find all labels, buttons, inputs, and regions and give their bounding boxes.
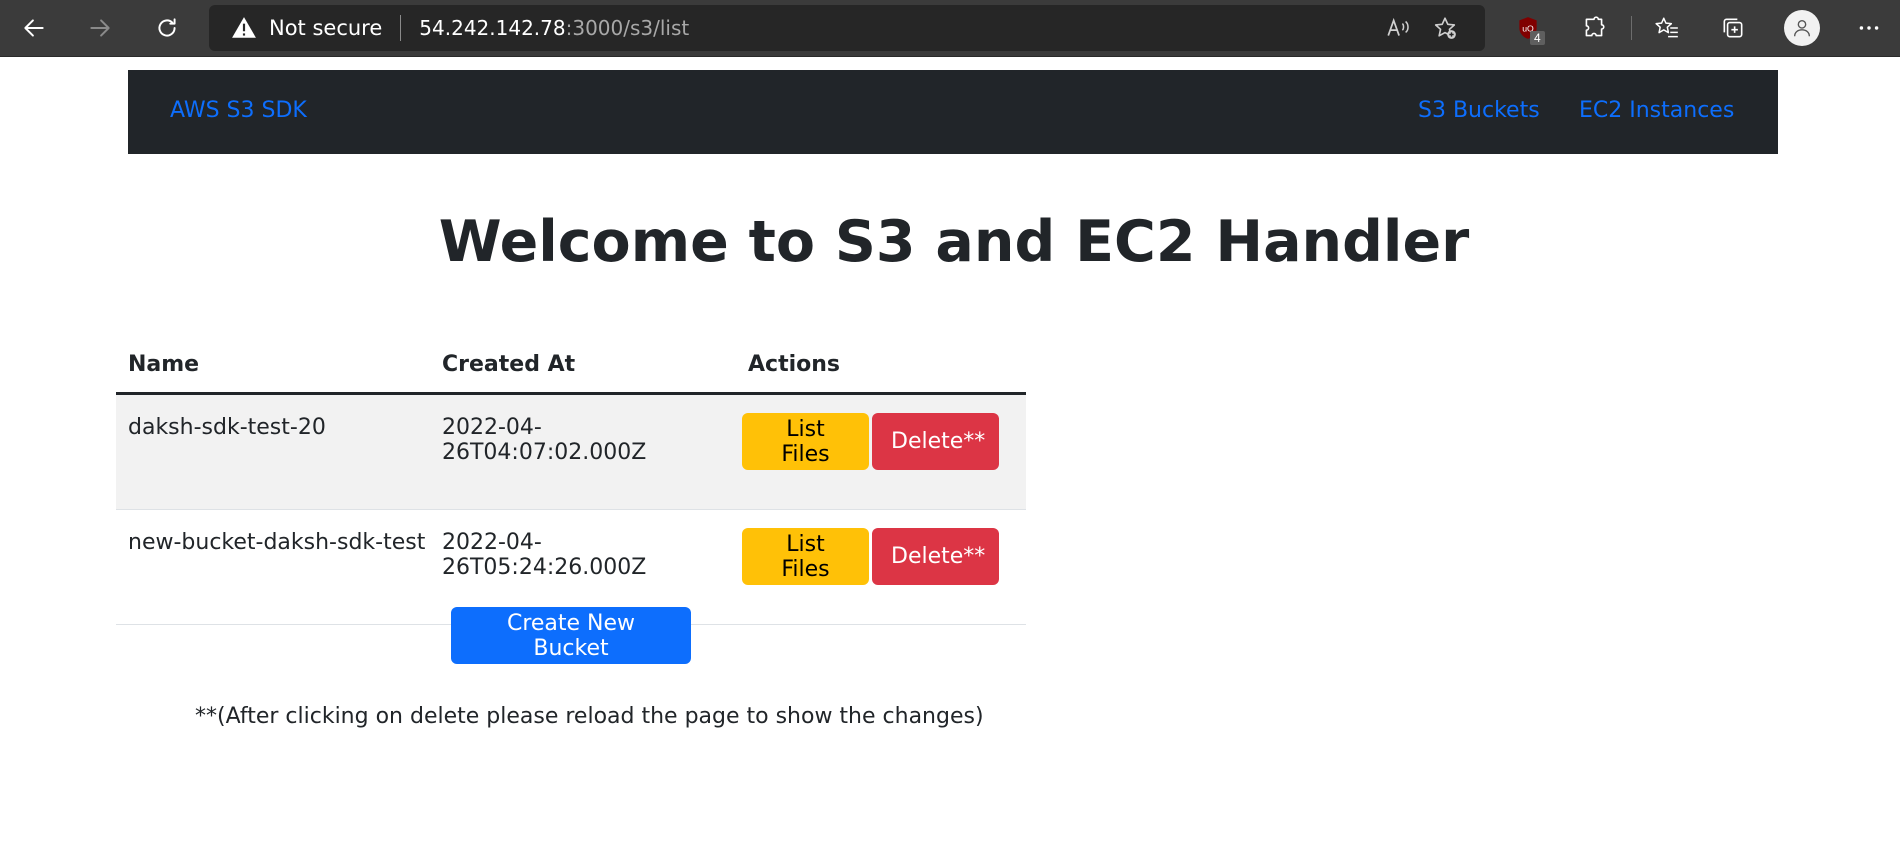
more-icon[interactable] <box>1851 10 1887 46</box>
toolbar-divider <box>1631 16 1632 40</box>
browser-toolbar: Not secure 54.242.142.78:3000/s3/list uO… <box>0 0 1900 57</box>
security-label[interactable]: Not secure <box>269 16 382 40</box>
profile-icon <box>1793 19 1811 37</box>
table-header-row: Name Created At Actions <box>116 337 1026 395</box>
refresh-icon <box>158 18 176 37</box>
bucket-name-cell: daksh-sdk-test-20 <box>116 393 430 510</box>
extension-badge: 4 <box>1530 31 1545 45</box>
refresh-button[interactable] <box>147 8 187 48</box>
url-path[interactable]: :3000/s3/list <box>566 16 690 40</box>
column-header-actions: Actions <box>736 337 1026 395</box>
bucket-name-cell: new-bucket-daksh-sdk-test <box>116 509 430 625</box>
table-row: daksh-sdk-test-20 2022-04-26T04:07:02.00… <box>116 393 1026 510</box>
warning-icon <box>231 15 257 41</box>
app-navbar: AWS S3 SDK S3 Buckets EC2 Instances <box>128 70 1778 154</box>
favorites-icon[interactable] <box>1649 10 1685 46</box>
column-header-created-at: Created At <box>430 337 736 395</box>
created-at-cell: 2022-04-26T04:07:02.000Z <box>430 393 736 510</box>
column-header-name: Name <box>116 337 430 395</box>
page-title: Welcome to S3 and EC2 Handler <box>438 209 1470 275</box>
profile-button[interactable] <box>1784 10 1820 46</box>
delete-button[interactable]: Delete** <box>872 528 999 585</box>
extensions-icon[interactable] <box>1576 10 1612 46</box>
delete-button[interactable]: Delete** <box>872 413 999 470</box>
collections-icon[interactable] <box>1715 10 1751 46</box>
list-files-button[interactable]: List Files <box>742 413 869 470</box>
url-host[interactable]: 54.242.142.78 <box>419 16 565 40</box>
actions-cell: List Files Delete** <box>736 393 1026 510</box>
address-divider <box>400 15 402 41</box>
list-files-button[interactable]: List Files <box>742 528 869 585</box>
address-bar[interactable]: Not secure 54.242.142.78:3000/s3/list <box>209 5 1485 51</box>
delete-reload-note: **(After clicking on delete please reloa… <box>195 704 984 729</box>
actions-cell: List Files Delete** <box>736 509 1026 625</box>
navbar-brand-link[interactable]: AWS S3 SDK <box>170 98 307 123</box>
buckets-table: Name Created At Actions daksh-sdk-test-2… <box>116 337 1026 625</box>
read-aloud-icon[interactable] <box>1384 14 1412 42</box>
nav-link-ec2-instances[interactable]: EC2 Instances <box>1579 98 1734 123</box>
back-button[interactable] <box>14 8 54 48</box>
forward-icon <box>90 19 110 37</box>
add-favorite-icon[interactable] <box>1431 14 1459 42</box>
forward-button[interactable] <box>80 8 120 48</box>
create-bucket-button[interactable]: Create New Bucket <box>451 607 691 664</box>
back-icon <box>24 19 44 37</box>
nav-link-s3-buckets[interactable]: S3 Buckets <box>1418 98 1540 123</box>
